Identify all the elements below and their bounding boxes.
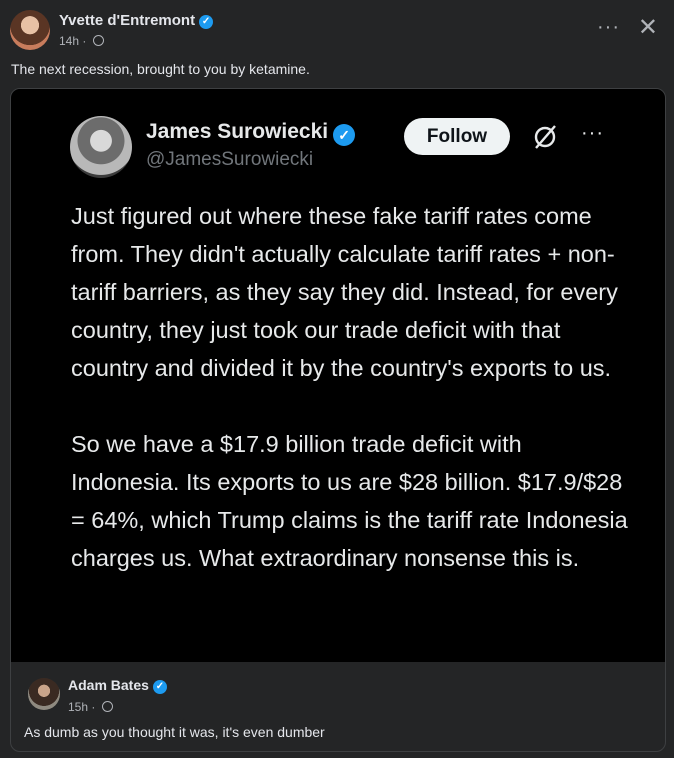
verified-badge-icon: ✓ [152, 680, 167, 694]
author-avatar[interactable] [10, 10, 50, 50]
grok-icon [534, 125, 556, 149]
comment-time[interactable]: 15h [68, 700, 88, 714]
tweet-author-name-text: James Surowiecki [146, 120, 329, 143]
more-options-button[interactable]: ··· [597, 17, 620, 37]
tweet-avatar [70, 116, 132, 178]
commenter-name-text[interactable]: Adam Bates [68, 677, 149, 693]
globe-icon [92, 35, 104, 46]
comment: Adam Bates ✓ 15h · As dumb as you thought… [11, 662, 665, 751]
commenter-avatar[interactable] [28, 678, 60, 710]
tweet-author-name: James Surowiecki ✓ [146, 120, 356, 146]
tweet-more-icon: ··· [581, 122, 604, 144]
post-time[interactable]: 14h [59, 34, 79, 48]
tweet-body: Just figured out where these fake tariff… [71, 197, 631, 577]
post-caption: The next recession, brought to you by ke… [11, 61, 310, 77]
comment-text: As dumb as you thought it was, it's even… [24, 724, 325, 740]
close-icon[interactable]: ✕ [638, 16, 658, 40]
author-name-text[interactable]: Yvette d'Entremont [59, 12, 195, 29]
tweet-handle: @JamesSurowiecki [146, 149, 314, 170]
tweet-verified-icon: ✓ [333, 124, 356, 146]
follow-button: Follow [404, 118, 510, 155]
author-name[interactable]: Yvette d'Entremont ✓ [59, 12, 214, 29]
verified-badge-icon: ✓ [199, 15, 214, 29]
post-header: Yvette d'Entremont ✓ 14h · ··· ✕ [10, 10, 664, 52]
commenter-name[interactable]: Adam Bates ✓ [68, 677, 167, 694]
comment-meta: 15h · [68, 700, 113, 714]
globe-icon [101, 701, 113, 712]
tweet-screenshot[interactable]: James Surowiecki ✓ @JamesSurowiecki Follo… [11, 89, 665, 662]
post-meta: 14h · [59, 34, 104, 48]
tweet-paragraph: Just figured out where these fake tariff… [71, 203, 618, 381]
tweet-paragraph: So we have a $17.9 billion trade deficit… [71, 431, 628, 571]
shared-image-card: James Surowiecki ✓ @JamesSurowiecki Follo… [10, 88, 666, 752]
